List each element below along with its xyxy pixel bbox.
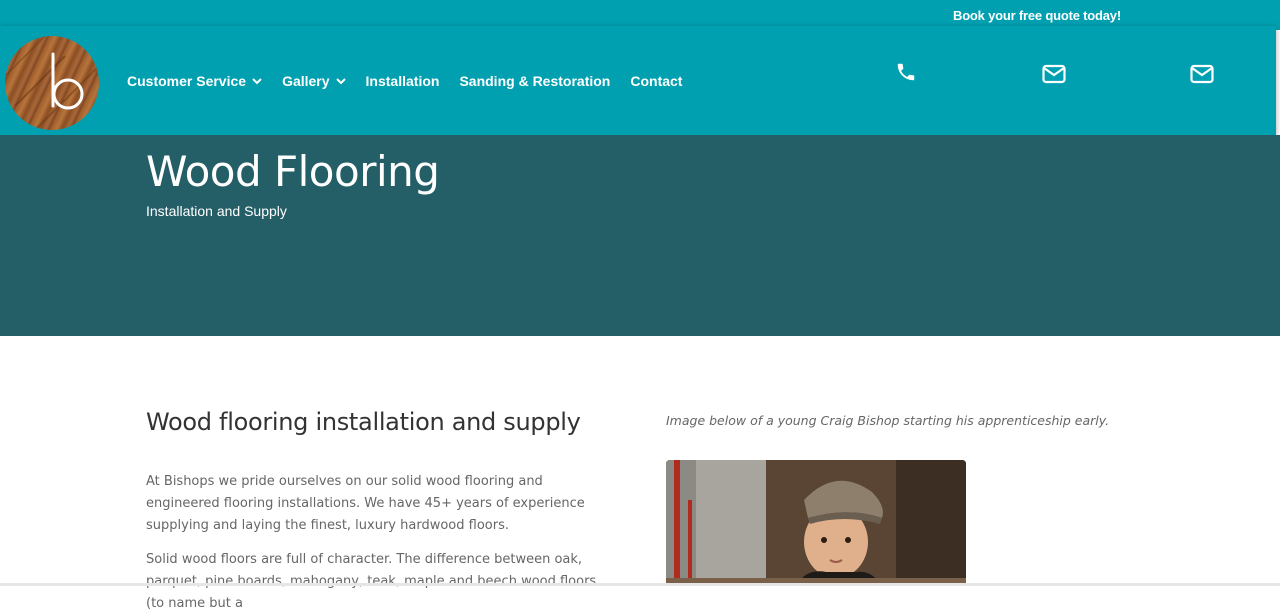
craig-bishop-photo [666, 460, 966, 586]
phone-icon[interactable] [894, 61, 918, 83]
nav-label: Customer Service [127, 73, 247, 89]
intro-paragraph: At Bishops we pride ourselves on our sol… [146, 474, 585, 533]
site-logo[interactable] [5, 36, 99, 130]
body-paragraph: Solid wood floors are full of character.… [146, 552, 597, 611]
nav-sanding-restoration[interactable]: Sanding & Restoration [459, 73, 610, 89]
book-quote-link[interactable]: Book your free quote today! [953, 8, 1121, 23]
image-caption: Image below of a young Craig Bishop star… [666, 413, 1110, 428]
nav-label: Sanding & Restoration [459, 73, 611, 89]
chevron-down-icon [252, 77, 262, 84]
hero-banner: Wood Flooring Installation and Supply [0, 135, 1280, 336]
main-nav: Customer Service Gallery Installation Sa… [127, 73, 702, 89]
photo-illustration [666, 460, 966, 586]
logo-letter-icon [5, 36, 99, 130]
nav-gallery[interactable]: Gallery [282, 73, 346, 89]
site-header: Customer Service Gallery Installation Sa… [0, 26, 1276, 135]
chevron-down-icon [335, 77, 346, 84]
nav-customer-service[interactable]: Customer Service [127, 73, 262, 89]
mail-icon[interactable] [1190, 63, 1214, 85]
nav-label: Gallery [282, 73, 330, 89]
nav-label: Contact [630, 73, 683, 89]
page-subtitle: Installation and Supply [146, 203, 287, 219]
mail-icon[interactable] [1042, 63, 1066, 85]
nav-label: Installation [365, 73, 440, 89]
nav-installation[interactable]: Installation [366, 73, 440, 89]
nav-contact[interactable]: Contact [630, 73, 682, 89]
page-title: Wood Flooring [146, 147, 440, 196]
section-heading: Wood flooring installation and supply [146, 408, 581, 436]
